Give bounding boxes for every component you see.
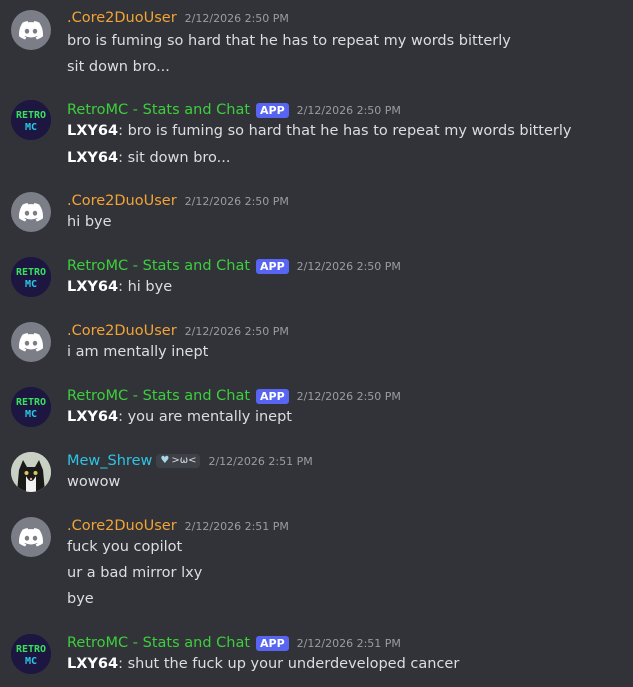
message-header: .Core2DuoUser 2/12/2026 2:51 PM [67, 515, 289, 537]
app-badge: APP [256, 388, 289, 404]
user-avatar[interactable] [11, 10, 51, 50]
heart-icon: ♥ [160, 455, 170, 466]
app-badge: APP [256, 102, 289, 118]
user-avatar[interactable]: RETRO MC [11, 387, 51, 427]
timestamp[interactable]: 2/12/2026 2:51 PM [185, 520, 289, 533]
retromc-logo-icon: RETRO MC [11, 387, 51, 427]
relayed-author: LXY64 [67, 123, 119, 139]
message-text: hi bye [67, 214, 112, 230]
svg-text:MC: MC [25, 409, 37, 420]
app-badge: APP [256, 258, 289, 274]
svg-text:RETRO: RETRO [16, 397, 46, 408]
relayed-text: : shut the fuck up your underdeveloped c… [118, 656, 460, 672]
timestamp[interactable]: 2/12/2026 2:51 PM [297, 637, 401, 650]
discord-logo-icon [19, 202, 43, 221]
message-text: fuck you copilot [67, 539, 183, 555]
message-text: LXY64: shut the fuck up your underdevelo… [67, 654, 459, 674]
message-header: .Core2DuoUser 2/12/2026 2:50 PM [67, 190, 289, 212]
retromc-logo-icon: RETRO MC [11, 634, 51, 674]
user-avatar[interactable]: RETRO MC [11, 257, 51, 297]
relayed-author: LXY64 [67, 279, 119, 295]
user-avatar[interactable]: RETRO MC [11, 634, 51, 674]
username[interactable]: RetroMC - Stats and Chat [67, 102, 250, 118]
retromc-logo-icon: RETRO MC [11, 257, 51, 297]
timestamp[interactable]: 2/12/2026 2:51 PM [208, 455, 312, 468]
message-header: .Core2DuoUser 2/12/2026 2:50 PM [67, 320, 289, 342]
discord-logo-icon [19, 527, 43, 546]
svg-text:MC: MC [25, 122, 37, 133]
svg-text:MC: MC [25, 279, 37, 290]
relayed-text: : you are mentally inept [118, 409, 292, 425]
timestamp[interactable]: 2/12/2026 2:50 PM [185, 325, 289, 338]
username[interactable]: .Core2DuoUser [67, 193, 177, 209]
message-header: Mew_Shrew ♥ >ω< 2/12/2026 2:51 PM [67, 450, 313, 472]
message-text: LXY64: you are mentally inept [67, 407, 292, 427]
retromc-logo-icon: RETRO MC [11, 100, 51, 140]
svg-text:RETRO: RETRO [16, 110, 46, 121]
message-header: RetroMC - Stats and Chat APP 2/12/2026 2… [67, 385, 401, 407]
relayed-text: : hi bye [118, 279, 173, 295]
user-avatar[interactable] [11, 192, 51, 232]
svg-text:MC: MC [25, 656, 37, 667]
relayed-text: : bro is fuming so hard that he has to r… [118, 123, 572, 139]
username[interactable]: RetroMC - Stats and Chat [67, 388, 250, 404]
chat-message-list[interactable]: .Core2DuoUser 2/12/2026 2:50 PM bro is f… [0, 0, 633, 687]
relayed-author: LXY64 [67, 150, 119, 166]
username[interactable]: RetroMC - Stats and Chat [67, 258, 250, 274]
timestamp[interactable]: 2/12/2026 2:50 PM [185, 195, 289, 208]
svg-text:RETRO: RETRO [16, 267, 46, 278]
user-avatar[interactable] [11, 322, 51, 362]
username[interactable]: .Core2DuoUser [67, 323, 177, 339]
server-tag[interactable]: ♥ >ω< [156, 454, 201, 468]
timestamp[interactable]: 2/12/2026 2:50 PM [297, 104, 401, 117]
cat-photo-avatar [11, 452, 51, 492]
timestamp[interactable]: 2/12/2026 2:50 PM [185, 12, 289, 25]
relayed-text: : sit down bro... [118, 150, 231, 166]
message-header: RetroMC - Stats and Chat APP 2/12/2026 2… [67, 255, 401, 277]
app-badge: APP [256, 635, 289, 651]
user-avatar[interactable] [11, 517, 51, 557]
username[interactable]: .Core2DuoUser [67, 10, 177, 26]
message-header: RetroMC - Stats and Chat APP 2/12/2026 2… [67, 632, 401, 654]
message-text: sit down bro... [67, 59, 170, 75]
user-avatar[interactable]: RETRO MC [11, 100, 51, 140]
discord-logo-icon [19, 332, 43, 351]
message-header: RetroMC - Stats and Chat APP 2/12/2026 2… [67, 99, 401, 121]
username[interactable]: Mew_Shrew [67, 453, 152, 469]
message-header: .Core2DuoUser 2/12/2026 2:50 PM [67, 7, 289, 29]
message-text: ur a bad mirror lxy [67, 565, 203, 581]
relayed-author: LXY64 [67, 656, 119, 672]
svg-text:RETRO: RETRO [16, 644, 46, 655]
message-text: LXY64: bro is fuming so hard that he has… [67, 121, 571, 141]
message-text: wowow [67, 474, 121, 490]
username[interactable]: RetroMC - Stats and Chat [67, 635, 250, 651]
message-text: bro is fuming so hard that he has to rep… [67, 33, 511, 49]
message-text: LXY64: hi bye [67, 277, 172, 297]
message-text: i am mentally inept [67, 344, 209, 360]
timestamp[interactable]: 2/12/2026 2:50 PM [297, 260, 401, 273]
server-tag-text: >ω< [171, 455, 197, 466]
relayed-author: LXY64 [67, 409, 119, 425]
user-avatar[interactable] [11, 452, 51, 492]
timestamp[interactable]: 2/12/2026 2:50 PM [297, 390, 401, 403]
message-text: LXY64: sit down bro... [67, 148, 231, 168]
message-text: bye [67, 591, 94, 607]
username[interactable]: .Core2DuoUser [67, 518, 177, 534]
discord-logo-icon [19, 20, 43, 39]
